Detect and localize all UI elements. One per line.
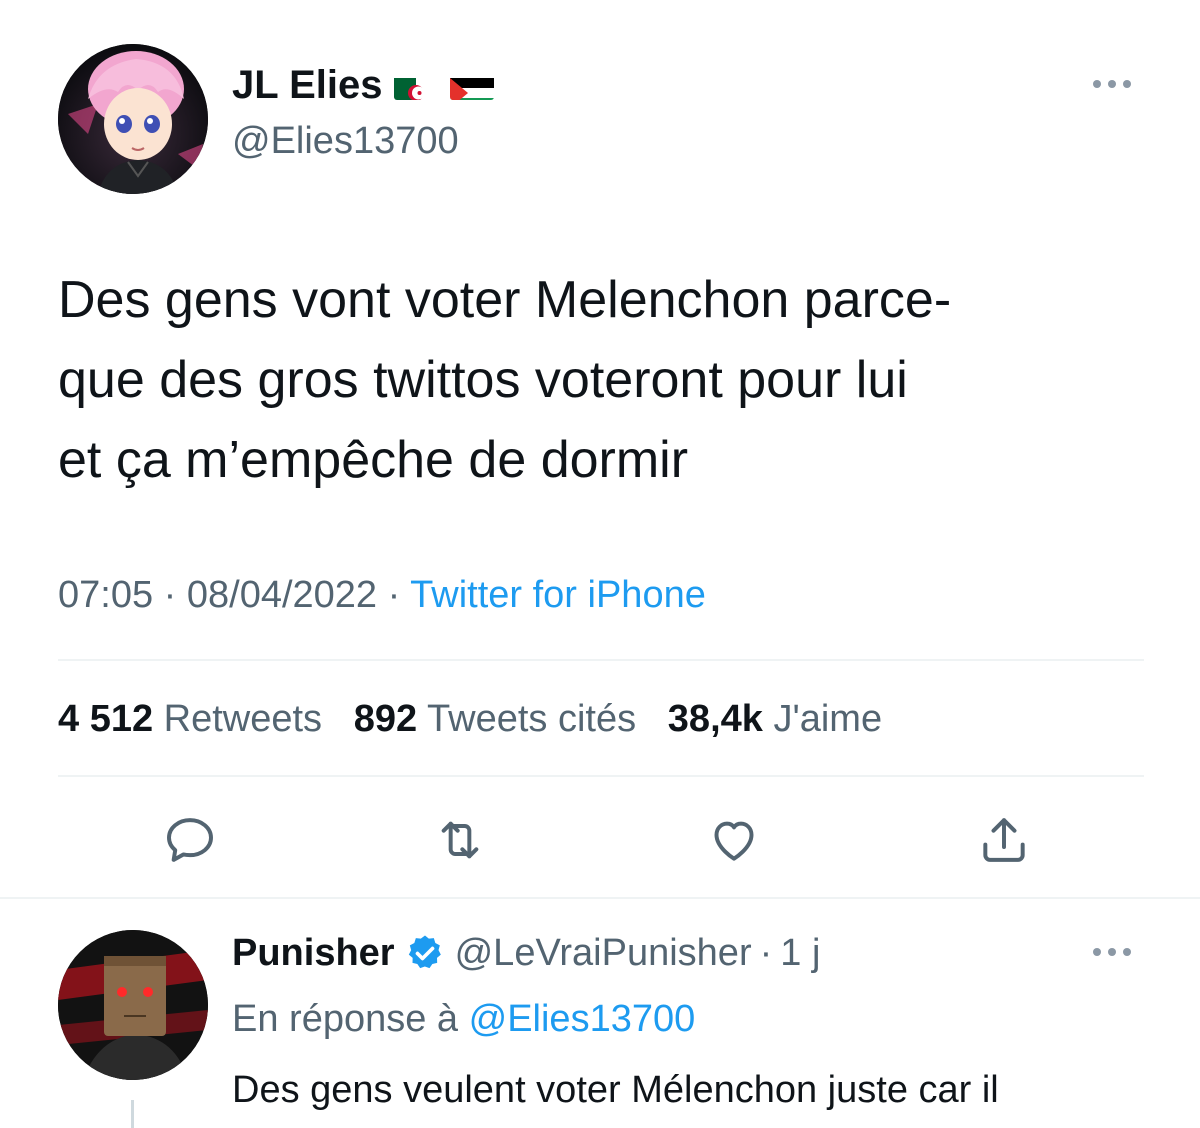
more-options-button[interactable] [1082,66,1142,102]
tweet-date[interactable]: 08/04/2022 [187,574,377,616]
reply-display-name[interactable]: Punisher [232,926,395,980]
meta-separator: · [163,574,177,616]
reply-author-avatar[interactable] [58,930,208,1080]
reply-handle[interactable]: @LeVraiPunisher [455,926,752,980]
likes-stat[interactable]: 38,4k J'aime [668,698,882,740]
likes-count: 38,4k [667,698,763,740]
reply-button[interactable] [160,810,220,870]
tweet-text-line: que des gros twittos voteront pour lui [58,351,908,409]
meta-separator: · [759,932,773,974]
algeria-flag-icon [394,70,439,100]
like-button[interactable] [704,810,764,870]
tweet-text-line: Des gens vont voter Melenchon parce- [58,271,952,329]
more-icon [1093,80,1131,88]
tweet-text: Des gens vont voter Melenchon parce- que… [58,260,1158,500]
quotes-count: 892 [353,698,418,740]
like-icon [714,821,754,861]
palestine-flag-icon [450,70,495,100]
retweet-icon [441,821,479,859]
tweet-meta: 07:05 · 08/04/2022 · Twitter for iPhone [58,570,706,620]
quotes-stat[interactable]: 892 Tweets cités [354,698,636,740]
retweets-count: 4 512 [58,698,154,740]
tweet-text-line: et ça m’empêche de dormir [58,431,689,489]
reply-icon [167,818,213,862]
reply-age[interactable]: 1 j [780,926,820,980]
verified-badge-icon [405,933,445,973]
divider [58,659,1144,661]
in-reply-label: En réponse à [232,998,459,1040]
author-display-name-row[interactable]: JL Elies [232,60,495,110]
divider [58,775,1144,777]
more-icon [1093,948,1131,956]
reply-more-options-button[interactable] [1082,934,1142,970]
meta-separator: · [387,574,401,616]
reply-header: Punisher @LeVraiPunisher · 1 j [232,926,820,980]
tweet-stats: 4 512 Retweets 892 Tweets cités 38,4k J'… [58,694,882,744]
author-display-name[interactable]: JL Elies [232,60,382,110]
in-reply-to: En réponse à @Elies13700 [232,992,695,1046]
thread-line [131,1100,134,1128]
share-icon [983,818,1025,862]
author-avatar[interactable] [58,44,208,194]
in-reply-mention-link[interactable]: @Elies13700 [469,998,696,1040]
author-handle[interactable]: @Elies13700 [232,116,459,166]
tweet-source-link[interactable]: Twitter for iPhone [410,574,706,616]
reply-text: Des gens veulent voter Mélenchon juste c… [232,1069,999,1111]
share-button[interactable] [974,810,1034,870]
retweet-button[interactable] [430,810,490,870]
quotes-label: Tweets cités [427,698,637,740]
tweet-time[interactable]: 07:05 [58,574,153,616]
divider [0,897,1200,899]
retweets-stat[interactable]: 4 512 Retweets [58,698,322,740]
retweets-label: Retweets [163,698,323,740]
likes-label: J'aime [773,698,883,740]
